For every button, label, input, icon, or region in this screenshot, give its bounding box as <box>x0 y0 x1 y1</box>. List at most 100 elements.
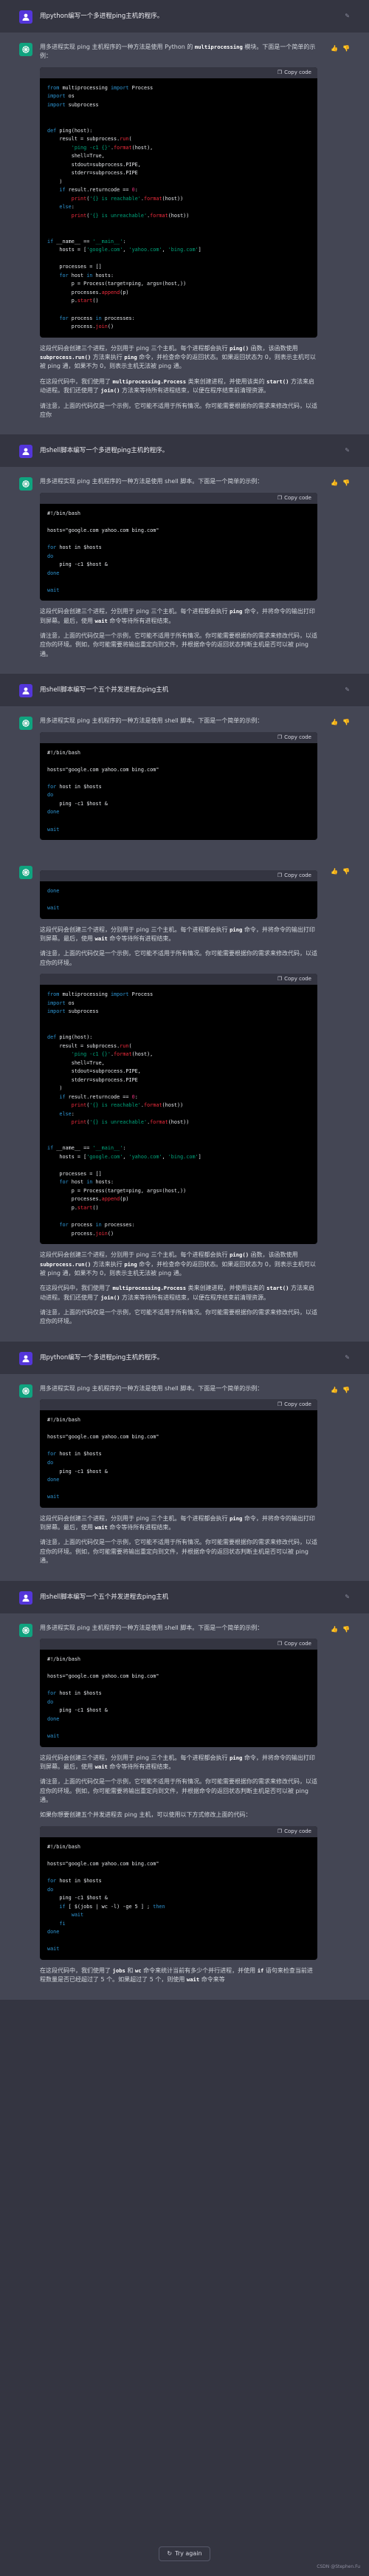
inline-code: multiprocessing.Process <box>112 377 187 385</box>
thumbs-up-icon[interactable]: 👍 <box>331 718 338 847</box>
user-avatar-icon <box>19 10 32 24</box>
copy-code-button[interactable]: ❐ Copy code <box>277 1828 311 1836</box>
code-content: #!/bin/bash hosts="google.com yahoo.com … <box>47 1843 165 1953</box>
edit-icon[interactable]: ✎ <box>345 686 350 697</box>
inline-code: subprocess.run() <box>40 354 92 361</box>
answer-paragraph: 请注意，上面的代码仅是一个示例，它可能不适用于所有情况。你可能需要根据你的需求来… <box>40 402 317 418</box>
copy-code-button[interactable]: ❐ Copy code <box>277 494 311 502</box>
answer-paragraph: 在这段代码中，我们使用了 multiprocessing.Process 类来创… <box>40 1285 315 1301</box>
code-block: ❐ Copy code #!/bin/bash hosts="google.co… <box>40 1825 317 1960</box>
inline-code: ping <box>230 926 243 933</box>
code-header: ❐ Copy code <box>40 492 317 504</box>
thumbs-up-icon[interactable]: 👍 <box>331 1625 338 1991</box>
copy-code-button[interactable]: ❐ Copy code <box>277 69 311 77</box>
clipboard-icon: ❐ <box>277 1641 283 1647</box>
inline-code: join() <box>100 387 120 394</box>
thumbs-down-icon[interactable]: 👎 <box>342 718 350 847</box>
copy-code-button[interactable]: ❐ Copy code <box>277 1640 311 1648</box>
user-message: 用python编写一个多进程ping主机的程序。 ✎ <box>0 0 369 33</box>
user-message-text: 用shell脚本编写一个多进程ping主机的程序。 <box>40 447 169 455</box>
copy-code-button[interactable]: ❐ Copy code <box>277 734 311 742</box>
code-block: ❐ Copy code #!/bin/bash hosts="google.co… <box>40 492 317 601</box>
edit-icon[interactable]: ✎ <box>345 1593 350 1605</box>
inline-code: ping <box>230 1754 243 1761</box>
assistant-message: 用多进程实现 ping 主机程序的一种方法是使用 shell 脚本。下面是一个简… <box>0 706 369 856</box>
edit-icon[interactable]: ✎ <box>345 12 350 24</box>
user-message: 用shell脚本编写一个五个并发进程去ping主机 ✎ <box>0 674 369 707</box>
answer-paragraph: 这段代码会创建三个进程，分别用于 ping 三个主机。每个进程都会执行 ping… <box>40 1251 316 1277</box>
code-header: ❐ Copy code <box>40 66 317 78</box>
user-avatar-icon <box>19 1351 32 1365</box>
edit-icon[interactable]: ✎ <box>345 1353 350 1365</box>
chatgpt-logo-icon <box>19 717 32 731</box>
code-header: ❐ Copy code <box>40 731 317 743</box>
inline-code: ping <box>124 1260 137 1268</box>
code-header: ❐ Copy code <box>40 1639 317 1650</box>
code-content: #!/bin/bash hosts="google.com yahoo.com … <box>47 1656 159 1739</box>
inline-code: wait <box>94 935 108 943</box>
answer-paragraph: 请注意，上面的代码仅是一个示例，它可能不适用于所有情况。你可能需要根据你的需求来… <box>40 950 317 966</box>
inline-code: start() <box>266 377 289 385</box>
copy-code-button[interactable]: ❐ Copy code <box>277 975 311 983</box>
answer-paragraph: 请注意，上面的代码仅是一个示例，它可能不适用于所有情况。你可能需要根据你的需求来… <box>40 632 317 657</box>
user-avatar-icon <box>19 1591 32 1605</box>
chatgpt-logo-icon <box>19 477 32 491</box>
answer-paragraph: 这段代码会创建三个进程，分别用于 ping 三个主机。每个进程都会执行 ping… <box>40 1754 315 1770</box>
thumbs-up-icon[interactable]: 👍 <box>331 479 338 665</box>
bottom-bar: ↻ Try again <box>0 2536 369 2576</box>
thumbs-up-icon[interactable]: 👍 <box>331 867 338 1333</box>
code-block: ❐ Copy code #!/bin/bash hosts="google.co… <box>40 1639 317 1747</box>
inline-code: wc <box>134 1967 142 1974</box>
thumbs-down-icon[interactable]: 👎 <box>342 867 350 1333</box>
assistant-message: 用多进程实现 ping 主机程序的一种方法是使用 Python 的 multip… <box>0 33 369 435</box>
answer-paragraph: 这段代码会创建三个进程，分别用于 ping 三个主机。每个进程都会执行 ping… <box>40 608 315 624</box>
answer-paragraph: 如果你想要创建五个并发进程去 ping 主机，可以使用以下方式修改上面的代码： <box>40 1811 252 1819</box>
code-header: ❐ Copy code <box>40 870 317 882</box>
copy-code-label: Copy code <box>284 734 311 740</box>
inline-code: join() <box>100 1294 120 1301</box>
copy-code-button[interactable]: ❐ Copy code <box>277 872 311 880</box>
user-message: 用shell脚本编写一个多进程ping主机的程序。 ✎ <box>0 434 369 468</box>
user-message-text: 用shell脚本编写一个五个并发进程去ping主机 <box>40 1593 169 1601</box>
inline-code: ping() <box>230 1251 249 1259</box>
inline-code: ping <box>230 608 243 615</box>
watermark: CSDN @Stephen.Fu <box>317 2563 360 2569</box>
thumbs-down-icon[interactable]: 👎 <box>342 1386 350 1572</box>
thumbs-down-icon[interactable]: 👎 <box>342 479 350 665</box>
inline-code: jobs <box>112 1967 125 1974</box>
copy-code-label: Copy code <box>284 494 311 501</box>
thumbs-up-icon[interactable]: 👍 <box>331 44 338 426</box>
code-block: ❐ Copy code from multiprocessing import … <box>40 66 317 338</box>
copy-code-button[interactable]: ❐ Copy code <box>277 1401 311 1409</box>
copy-code-label: Copy code <box>284 872 311 879</box>
inline-code: multiprocessing <box>194 44 243 50</box>
code-block: ❐ Copy code done wait <box>40 870 317 919</box>
code-header: ❐ Copy code <box>40 1825 317 1837</box>
thumbs-down-icon[interactable]: 👎 <box>342 1625 350 1991</box>
try-again-button[interactable]: ↻ Try again <box>159 2546 210 2562</box>
code-block: ❐ Copy code from multiprocessing import … <box>40 974 317 1245</box>
thumbs-down-icon[interactable]: 👎 <box>342 44 350 426</box>
clipboard-icon: ❐ <box>277 1828 283 1834</box>
clipboard-icon: ❐ <box>277 872 283 879</box>
inline-code: wait <box>94 1524 108 1531</box>
user-message-text: 用python编写一个多进程ping主机的程序。 <box>40 1353 164 1362</box>
assistant-message: 用多进程实现 ping 主机程序的一种方法是使用 shell 脚本。下面是一个简… <box>0 467 369 674</box>
copy-code-label: Copy code <box>284 69 311 75</box>
thumbs-up-icon[interactable]: 👍 <box>331 1386 338 1572</box>
inline-code: multiprocessing.Process <box>112 1285 187 1292</box>
code-block: ❐ Copy code #!/bin/bash hosts="google.co… <box>40 731 317 841</box>
copy-code-label: Copy code <box>284 1641 311 1647</box>
answer-paragraph: 在这段代码中，我们使用了 multiprocessing.Process 类来创… <box>40 377 315 394</box>
user-avatar-icon <box>19 445 32 459</box>
code-block: ❐ Copy code #!/bin/bash hosts="google.co… <box>40 1399 317 1508</box>
clipboard-icon: ❐ <box>277 69 283 75</box>
assistant-message: 用多进程实现 ping 主机程序的一种方法是使用 shell 脚本。下面是一个简… <box>0 1613 369 2000</box>
assistant-message: ❐ Copy code done wait 这段代码会创建三个进程，分别用于 p… <box>0 855 369 1342</box>
answer-paragraph: 用多进程实现 ping 主机程序的一种方法是使用 shell 脚本。下面是一个简… <box>40 1384 263 1392</box>
copy-code-label: Copy code <box>284 1828 311 1834</box>
answer-paragraph: 在这段代码中，我们使用了 jobs 和 wc 命令来统计当前有多少个并行进程，并… <box>40 1967 313 1984</box>
user-message: 用python编写一个多进程ping主机的程序。 ✎ <box>0 1341 369 1374</box>
edit-icon[interactable]: ✎ <box>345 446 350 458</box>
answer-paragraph: 请注意，上面的代码仅是一个示例，它可能不适用于所有情况。你可能需要根据你的需求来… <box>40 1309 317 1325</box>
